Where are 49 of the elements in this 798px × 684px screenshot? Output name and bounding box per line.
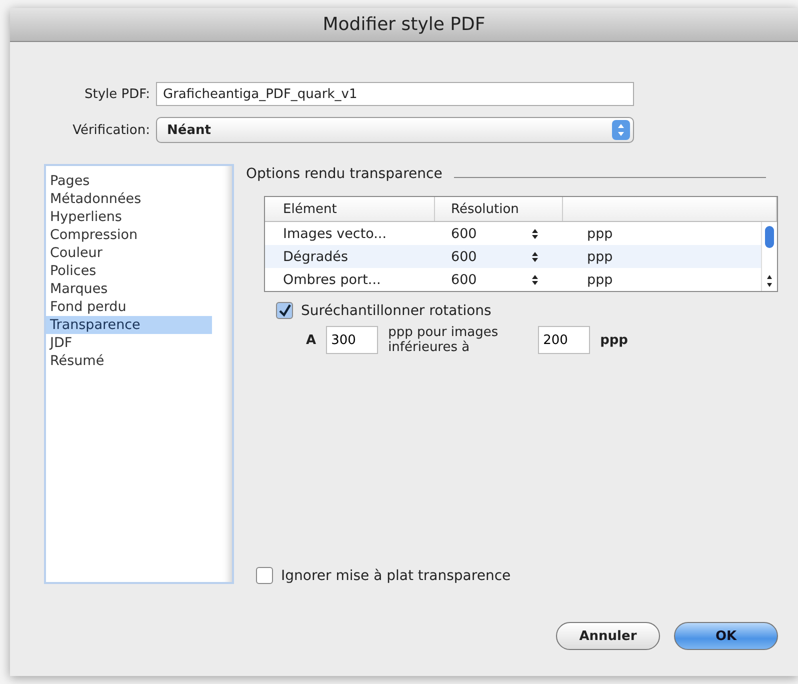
column-header[interactable]: Elément bbox=[265, 197, 435, 221]
table-cell-text: ppp bbox=[587, 226, 614, 242]
stepper-icon[interactable] bbox=[531, 274, 539, 286]
checkbox-label: Ignorer mise à plat transparence bbox=[281, 568, 511, 584]
table-row[interactable]: Ombres port... 600 ppp bbox=[265, 268, 761, 291]
scrollbar[interactable] bbox=[761, 222, 777, 291]
table-cell-text: 600 bbox=[450, 226, 478, 242]
category-item[interactable]: JDF bbox=[46, 334, 212, 352]
resolution-field[interactable]: 300 bbox=[326, 326, 378, 354]
cancel-button[interactable]: Annuler bbox=[556, 622, 660, 650]
category-item[interactable]: Hyperliens bbox=[46, 208, 212, 226]
category-item[interactable]: Compression bbox=[46, 226, 212, 244]
category-item[interactable]: Fond perdu bbox=[46, 298, 212, 316]
table-cell-text: ppp bbox=[587, 272, 614, 288]
category-item[interactable]: Résumé bbox=[46, 352, 212, 370]
checkbox[interactable] bbox=[276, 302, 293, 319]
unit-label: ppp bbox=[600, 332, 628, 348]
scroll-thumb[interactable] bbox=[765, 226, 774, 248]
category-item[interactable]: Polices bbox=[46, 262, 212, 280]
field-label: ppp pour images inférieures à bbox=[388, 325, 500, 355]
field-label: Vérification: bbox=[72, 122, 151, 138]
table-cell-text: 600 bbox=[450, 272, 478, 288]
field-label: A bbox=[306, 332, 316, 348]
table-cell-text: Ombres port... bbox=[282, 272, 382, 288]
table-cell-text: 600 bbox=[450, 248, 478, 264]
style-name-field[interactable]: Graficheantiga_PDF_quark_v1 bbox=[156, 82, 634, 106]
table-cell-text: ppp bbox=[587, 248, 614, 264]
table-row[interactable]: Images vecto... 600 ppp bbox=[265, 222, 761, 245]
verification-dropdown[interactable]: Néant bbox=[156, 117, 634, 143]
stepper-icon[interactable] bbox=[531, 228, 539, 240]
ok-button[interactable]: OK bbox=[674, 622, 778, 650]
table-cell-text: Dégradés bbox=[282, 248, 350, 264]
table-cell-text: Images vecto... bbox=[282, 226, 388, 242]
category-item[interactable]: Pages bbox=[46, 172, 212, 190]
stepper-icon[interactable] bbox=[531, 250, 539, 262]
section-title: Options rendu transparence bbox=[246, 166, 442, 182]
scroll-arrows-icon[interactable] bbox=[765, 273, 774, 289]
category-item[interactable]: Transparence bbox=[46, 316, 212, 334]
checkbox[interactable] bbox=[256, 567, 273, 584]
category-item[interactable]: Marques bbox=[46, 280, 212, 298]
threshold-field[interactable]: 200 bbox=[538, 326, 590, 354]
category-item[interactable]: Métadonnées bbox=[46, 190, 212, 208]
field-label: Style PDF: bbox=[84, 86, 151, 102]
stepper-arrows-icon bbox=[612, 120, 630, 140]
category-item[interactable]: Couleur bbox=[46, 244, 212, 262]
checkbox-label: Suréchantillonner rotations bbox=[301, 302, 492, 318]
table-row[interactable]: Dégradés 600 ppp bbox=[265, 245, 761, 268]
column-header[interactable]: Résolution bbox=[435, 197, 563, 221]
window-title: Modifier style PDF bbox=[322, 14, 486, 35]
